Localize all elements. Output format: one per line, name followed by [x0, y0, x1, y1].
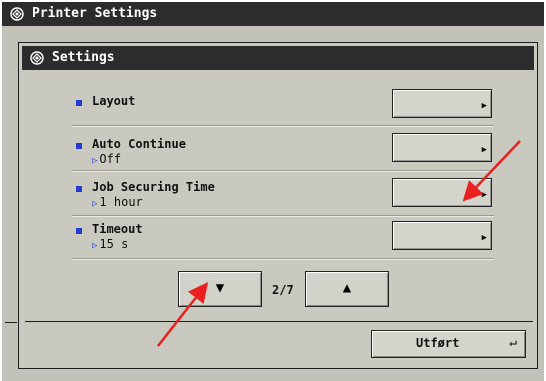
- annotation-arrow: [462, 140, 521, 202]
- annotation-arrows: [157, 140, 521, 347]
- annotation-arrow: [157, 282, 209, 347]
